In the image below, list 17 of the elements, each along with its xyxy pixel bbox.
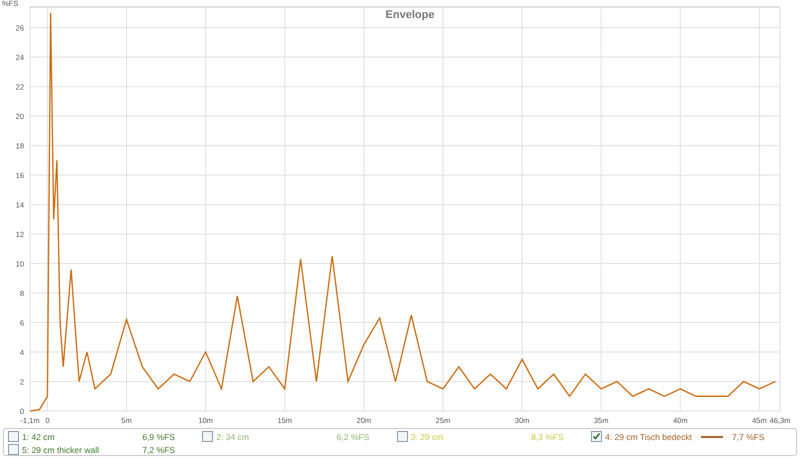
legend-value: 6,9 %FS (142, 432, 176, 442)
legend-value: 6,2 %FS (336, 432, 370, 442)
legend-value: 7,2 %FS (142, 444, 176, 454)
checkbox[interactable] (8, 444, 19, 455)
checkbox[interactable] (202, 431, 214, 442)
legend-value: 8,3 %FS (531, 432, 565, 442)
checkbox[interactable] (396, 431, 408, 442)
legend-label: 1: 42 cm (22, 432, 56, 442)
legend-label: 3: 29 cm (410, 432, 444, 442)
chart-title: Envelope (386, 9, 434, 21)
legend-label: 2: 34 cm (216, 432, 250, 442)
legend-value: 7,7 %FS (732, 432, 766, 442)
legend-label: 5: 29 cm thicker wall (22, 444, 100, 454)
checkbox[interactable] (8, 431, 19, 442)
line-swatch (701, 436, 723, 438)
legend-label: 4: 29 cm Tisch bedeckt (605, 432, 692, 442)
checkbox[interactable] (591, 431, 602, 442)
